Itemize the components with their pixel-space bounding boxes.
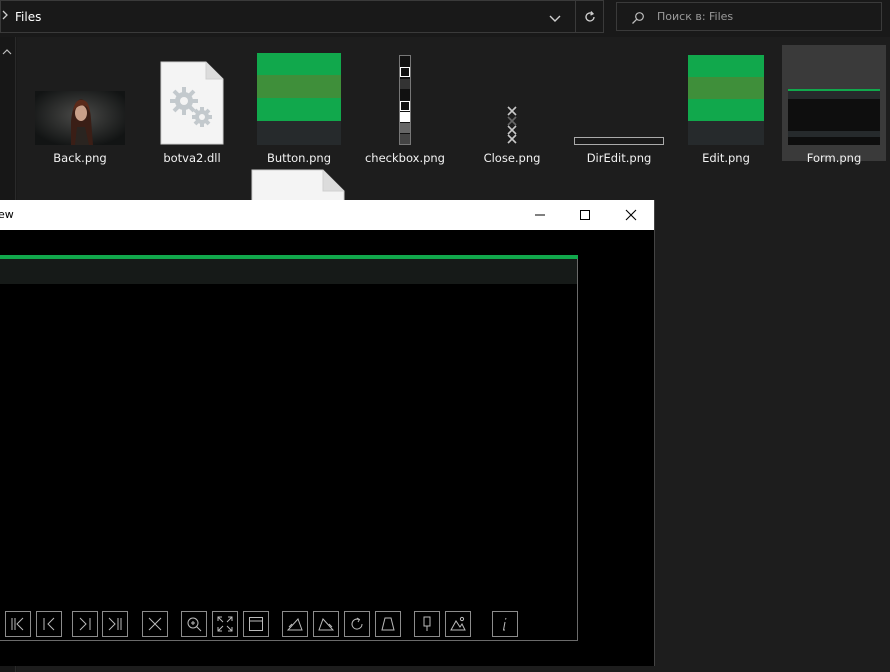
print-icon [381,617,395,631]
image-thumbnail [355,49,455,145]
image-thumbnail [782,49,886,145]
address-bar[interactable]: Files [0,0,604,33]
zoom-in-icon [187,617,202,632]
image-thumbnail [462,49,562,145]
image-canvas[interactable] [0,230,654,666]
rotate-right-button[interactable] [313,611,339,637]
file-item-close[interactable]: Close.png [462,45,562,165]
fit-icon [217,616,233,632]
file-name: Close.png [483,151,541,165]
file-item-back[interactable]: Back.png [30,45,130,165]
refresh-button[interactable] [575,1,604,32]
file-name: Edit.png [702,151,750,165]
image-thumbnail [30,49,130,145]
last-icon [108,617,122,631]
preview-window: ew [0,200,655,666]
next-image-button[interactable] [72,611,98,637]
history-dropdown-icon[interactable] [548,10,562,24]
breadcrumb-files[interactable]: Files [15,10,41,24]
landscape-icon [450,616,466,631]
title-bar[interactable]: ew [0,200,654,230]
delete-button[interactable] [142,611,168,637]
file-item-checkbox[interactable]: checkbox.png [355,45,455,165]
pin-button[interactable] [414,611,440,637]
file-name: Button.png [266,151,332,165]
close-button[interactable] [608,200,654,230]
file-name: botva2.dll [163,151,221,165]
file-name: Back.png [53,151,107,165]
maximize-button[interactable] [562,200,608,230]
screen: Files Поиск в: Files Back.png botva2.dll… [0,0,890,672]
actual-size-button[interactable] [243,611,269,637]
first-image-button[interactable] [5,611,31,637]
breadcrumb-chevron-icon[interactable] [1,10,11,23]
viewer-toolbar [5,611,585,639]
info-button[interactable] [492,611,518,637]
image-thumbnail [249,49,349,145]
rotate-left-icon [286,618,303,631]
rotate-left-button[interactable] [282,611,308,637]
file-name: checkbox.png [364,151,445,165]
next-icon [79,617,91,631]
search-icon [631,10,645,24]
window-title: ew [0,208,14,221]
edit-image-button[interactable] [445,611,471,637]
file-item-form[interactable]: Form.png [782,45,886,165]
first-icon [11,617,24,631]
window-icon [249,617,263,631]
partial-file-icon[interactable] [251,169,345,203]
previous-image-button[interactable] [36,611,62,637]
file-name: Form.png [806,151,862,165]
close-icon [625,209,637,221]
maximize-icon [580,210,590,220]
rotate-right-icon [318,618,335,631]
pin-icon [423,616,431,631]
previous-icon [43,617,55,631]
file-item-button[interactable]: Button.png [249,45,349,165]
image-thumbnail [676,49,776,145]
rendered-form-image [0,255,578,641]
delete-icon [148,617,162,631]
search-input[interactable] [657,10,857,23]
last-image-button[interactable] [102,611,128,637]
form-header [0,259,577,284]
fit-to-window-button[interactable] [212,611,238,637]
minimize-icon [535,214,545,216]
file-name: DirEdit.png [586,151,652,165]
dll-file-icon [142,49,242,145]
scroll-up-icon[interactable] [2,41,12,55]
zoom-in-button[interactable] [181,611,207,637]
minimize-button[interactable] [517,200,563,230]
refresh-icon [351,617,363,630]
refresh-icon [585,10,595,22]
search-box[interactable] [616,2,882,31]
image-thumbnail [569,49,669,145]
file-item-botva2[interactable]: botva2.dll [142,45,242,165]
info-icon [503,617,507,631]
file-item-edit[interactable]: Edit.png [676,45,776,165]
refresh-image-button[interactable] [344,611,370,637]
file-item-diredit[interactable]: DirEdit.png [569,45,669,165]
print-button[interactable] [375,611,401,637]
